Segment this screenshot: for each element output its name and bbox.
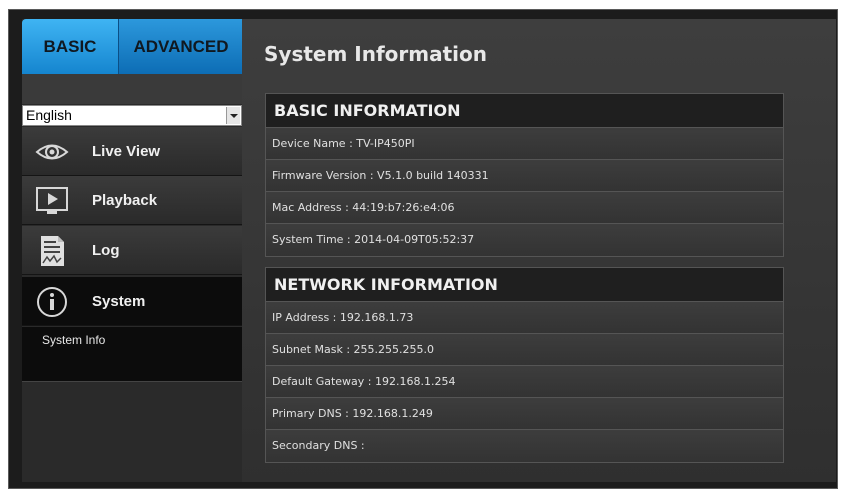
sidebar: BASIC ADVANCED English Live View Playbac…	[22, 19, 252, 482]
tab-basic[interactable]: BASIC	[22, 19, 118, 83]
sidebar-item-label: Playback	[92, 192, 158, 209]
language-select-value: English	[26, 107, 72, 123]
basic-information-panel: BASIC INFORMATION Device Name : TV-IP450…	[265, 93, 784, 257]
tab-spacer	[22, 74, 242, 104]
info-row-mac-address: Mac Address : 44:19:b7:26:e4:06	[266, 192, 783, 224]
subnav-item-system-info[interactable]: System Info	[42, 333, 105, 347]
eye-icon	[34, 136, 70, 168]
mode-tabs: BASIC ADVANCED	[22, 19, 243, 83]
network-information-panel: NETWORK INFORMATION IP Address : 192.168…	[265, 267, 784, 463]
page-title: System Information	[264, 42, 487, 66]
info-row-secondary-dns: Secondary DNS :	[266, 430, 783, 462]
info-row-ip-address: IP Address : 192.168.1.73	[266, 302, 783, 334]
sidebar-item-label: System	[92, 293, 146, 310]
sidebar-item-system[interactable]: System	[22, 277, 252, 327]
info-icon	[34, 286, 70, 318]
sidebar-item-label: Log	[92, 242, 120, 259]
log-document-icon	[34, 235, 70, 267]
sidebar-item-log[interactable]: Log	[22, 226, 242, 275]
sidebar-item-live-view[interactable]: Live View	[22, 127, 242, 176]
play-monitor-icon	[34, 185, 70, 217]
info-row-primary-dns: Primary DNS : 192.168.1.249	[266, 398, 783, 430]
system-subnav: System Info	[22, 327, 242, 382]
panel-title: BASIC INFORMATION	[266, 94, 783, 128]
info-row-default-gateway: Default Gateway : 192.168.1.254	[266, 366, 783, 398]
info-row-firmware-version: Firmware Version : V5.1.0 build 140331	[266, 160, 783, 192]
sidebar-item-label: Live View	[92, 143, 161, 160]
tab-advanced[interactable]: ADVANCED	[118, 19, 243, 74]
chevron-down-icon[interactable]	[226, 107, 240, 124]
sidebar-item-playback[interactable]: Playback	[22, 176, 242, 225]
info-row-system-time: System Time : 2014-04-09T05:52:37	[266, 224, 783, 256]
panel-title: NETWORK INFORMATION	[266, 268, 783, 302]
info-row-device-name: Device Name : TV-IP450PI	[266, 128, 783, 160]
language-select[interactable]: English	[22, 105, 242, 126]
info-row-subnet-mask: Subnet Mask : 255.255.255.0	[266, 334, 783, 366]
